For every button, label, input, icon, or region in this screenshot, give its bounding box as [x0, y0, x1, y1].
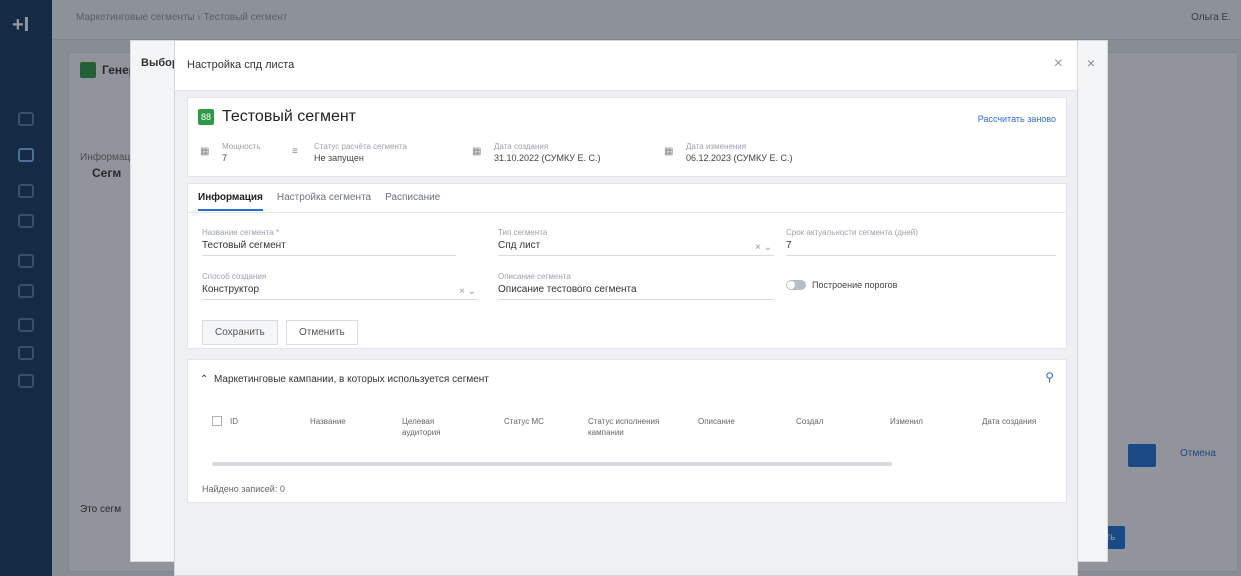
close-icon[interactable]: ×: [1054, 55, 1063, 73]
status-icon: ≡: [292, 146, 298, 157]
recalculate-link[interactable]: Рассчитать заново: [978, 114, 1056, 124]
save-button[interactable]: Сохранить: [202, 320, 278, 345]
campaigns-title: Маркетинговые кампании, в которых исполь…: [213, 374, 489, 385]
clear-and-chevron-down-icon[interactable]: × ⌄: [755, 242, 772, 253]
grid-icon: ▦: [200, 146, 210, 157]
description-field[interactable]: Описание сегмента Описание тестового сег…: [498, 272, 774, 300]
meta-capacity: ▦ Мощность 7: [200, 142, 260, 163]
calendar-icon: ▦: [472, 146, 482, 157]
search-icon[interactable]: ⚲: [1045, 370, 1054, 384]
column-id[interactable]: ID: [230, 416, 238, 427]
field-value[interactable]: Конструктор: [202, 284, 478, 295]
meta-label: Статус расчёта сегмента: [314, 142, 407, 151]
tab-schedule[interactable]: Расписание: [385, 192, 440, 211]
field-value[interactable]: Описание тестового сегмента: [498, 284, 774, 295]
tab-segment-settings[interactable]: Настройка сегмента: [277, 192, 371, 211]
field-underline: [498, 299, 774, 300]
outer-modal-title: Выбор: [141, 57, 179, 69]
outer-modal-close-icon[interactable]: ×: [1087, 55, 1095, 71]
total-label: Найдено записей:: [202, 484, 278, 494]
field-value[interactable]: 7: [786, 240, 1056, 251]
meta-value: 31.10.2022 (СУМКУ Е. С.): [494, 153, 601, 163]
tab-bar: Информация Настройка сегмента Расписание: [198, 192, 440, 211]
meta-value: 7: [222, 153, 228, 163]
segment-icon: 88: [198, 109, 214, 125]
segment-form-card: Информация Настройка сегмента Расписание…: [187, 183, 1067, 349]
column-description[interactable]: Описание: [698, 416, 735, 427]
meta-status: ≡ Статус расчёта сегмента Не запущен: [292, 142, 407, 163]
segment-dialog: Настройка спд листа × 88 Тестовый сегмен…: [174, 40, 1078, 576]
toggle-switch[interactable]: [786, 280, 806, 290]
type-select[interactable]: Тип сегмента Спд лист × ⌄: [498, 228, 774, 256]
segment-summary-card: 88 Тестовый сегмент Рассчитать заново ▦ …: [187, 97, 1067, 177]
campaigns-card: ⌃ Маркетинговые кампании, в которых испо…: [187, 359, 1067, 503]
limit-field[interactable]: Срок актуальности сегмента (дней) 7: [786, 228, 1056, 256]
meta-label: Дата создания: [494, 142, 549, 151]
column-modified-by[interactable]: Изменил: [890, 416, 923, 427]
meta-created: ▦ Дата создания 31.10.2022 (СУМКУ Е. С.): [472, 142, 601, 163]
meta-value: 06.12.2023 (СУМКУ Е. С.): [686, 153, 793, 163]
horizontal-scrollbar[interactable]: [212, 462, 892, 466]
column-ms-status[interactable]: Статус МС: [504, 416, 544, 427]
field-label: Тип сегмента: [498, 228, 548, 237]
name-field[interactable]: Название сегмента * Тестовый сегмент: [202, 228, 456, 256]
field-underline: [202, 299, 478, 300]
field-underline: [202, 255, 456, 256]
segment-header: 88 Тестовый сегмент: [198, 108, 356, 126]
total-value: 0: [279, 484, 285, 494]
toggle-label: Построение порогов: [812, 280, 898, 290]
field-underline: [786, 255, 1056, 256]
meta-modified: ▦ Дата изменения 06.12.2023 (СУМКУ Е. С.): [664, 142, 793, 163]
tab-info[interactable]: Информация: [198, 192, 263, 211]
field-label: Описание сегмента: [498, 272, 571, 281]
column-created-date[interactable]: Дата создания: [982, 416, 1036, 427]
tabs-divider: [188, 212, 1066, 213]
meta-label: Мощность: [222, 142, 261, 151]
records-total: Найдено записей: 0: [202, 484, 285, 494]
segment-name: Тестовый сегмент: [222, 108, 356, 125]
field-label: Способ создания: [202, 272, 267, 281]
cancel-button[interactable]: Отменить: [286, 320, 358, 345]
dialog-header: Настройка спд листа ×: [175, 41, 1077, 91]
column-execution-status[interactable]: Статус исполнения кампании: [588, 416, 664, 438]
field-label: Название сегмента *: [202, 228, 280, 237]
campaigns-section-header[interactable]: ⌃ Маркетинговые кампании, в которых испо…: [200, 374, 489, 385]
field-underline: [498, 255, 774, 256]
column-name[interactable]: Название: [310, 416, 346, 427]
column-audience[interactable]: Целевая аудитория: [402, 416, 466, 438]
chevron-up-icon[interactable]: ⌃: [200, 374, 208, 385]
dialog-title: Настройка спд листа: [187, 59, 295, 71]
field-value[interactable]: Тестовый сегмент: [202, 240, 456, 251]
field-label: Срок актуальности сегмента (дней): [786, 228, 918, 237]
meta-value: Не запущен: [314, 153, 364, 163]
select-all-checkbox[interactable]: [212, 416, 222, 426]
builder-select[interactable]: Способ создания Конструктор × ⌄: [202, 272, 478, 300]
threshold-toggle[interactable]: Построение порогов: [786, 280, 897, 290]
meta-label: Дата изменения: [686, 142, 747, 151]
field-value[interactable]: Спд лист: [498, 240, 774, 251]
clear-and-chevron-down-icon[interactable]: × ⌄: [459, 286, 476, 297]
calendar-icon: ▦: [664, 146, 674, 157]
column-created-by[interactable]: Создал: [796, 416, 823, 427]
